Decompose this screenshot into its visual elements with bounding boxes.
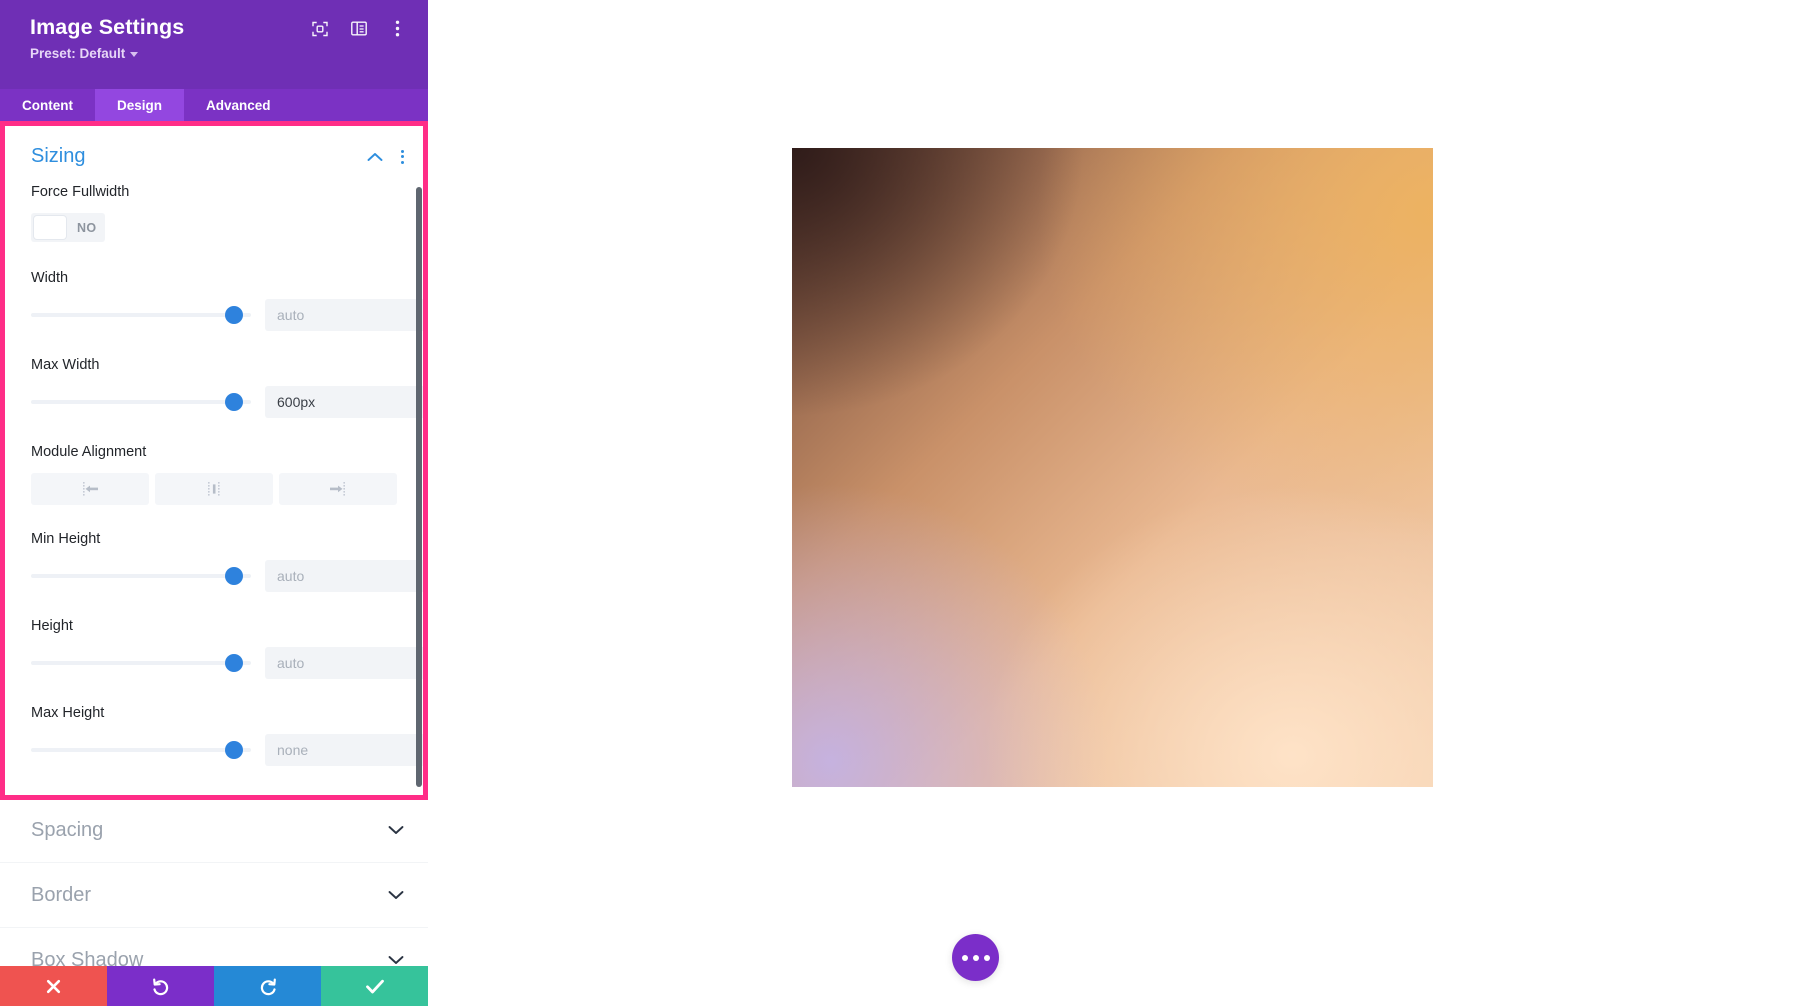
width-input[interactable] [265, 299, 428, 331]
gradient-image-preview[interactable] [792, 148, 1433, 787]
max-width-slider[interactable] [31, 393, 251, 411]
sizing-section-header[interactable]: Sizing [0, 121, 428, 184]
close-x-icon [46, 979, 61, 993]
app-root: Image Settings Preset: Default Content D… [0, 0, 1800, 1006]
panel-scroll-body: Sizing Force Fullwidth NO Width auto Max… [0, 121, 428, 1006]
align-right-button[interactable] [279, 473, 397, 505]
undo-button[interactable] [107, 966, 214, 1006]
section-spacing[interactable]: Spacing [0, 798, 428, 863]
page-title: Image Settings [30, 15, 185, 39]
spacing-section-title: Spacing [31, 818, 104, 841]
field-max-height: Max Height [0, 705, 428, 766]
sizing-section-title: Sizing [31, 145, 86, 167]
kebab-menu-icon[interactable] [399, 148, 406, 166]
kebab-menu-icon[interactable] [389, 20, 406, 37]
align-left-icon [83, 482, 98, 496]
field-width: Width [0, 270, 428, 331]
redo-button[interactable] [214, 966, 321, 1006]
field-height: Height [0, 618, 428, 679]
force-fullwidth-toggle[interactable]: NO [31, 213, 105, 242]
height-control-row [31, 647, 428, 679]
width-control-row [31, 299, 428, 331]
ellipsis-horizontal-icon [961, 954, 968, 961]
image-settings-panel: Image Settings Preset: Default Content D… [0, 0, 428, 1006]
section-sizing: Sizing Force Fullwidth NO Width auto Max… [0, 121, 428, 798]
panel-header-icons [311, 14, 406, 37]
height-input[interactable] [265, 647, 428, 679]
field-module-alignment: Module Alignment [0, 444, 428, 505]
max-width-label: Max Width [31, 357, 100, 373]
save-button[interactable] [321, 966, 428, 1006]
slider-rail [31, 400, 251, 404]
slider-thumb[interactable] [224, 654, 243, 672]
panel-scrollbar-thumb[interactable] [416, 187, 422, 787]
slider-thumb[interactable] [224, 306, 243, 324]
field-max-width: Max Width [0, 357, 428, 418]
width-label: Width [31, 270, 69, 286]
chevron-down-icon[interactable] [388, 890, 404, 900]
slider-thumb[interactable] [224, 393, 243, 411]
field-min-height: Min Height [0, 531, 428, 592]
slider-thumb[interactable] [224, 567, 243, 585]
slider-rail [31, 661, 251, 665]
layout-panel-icon[interactable] [350, 20, 367, 37]
max-height-input[interactable] [265, 734, 428, 766]
align-right-icon [330, 482, 345, 496]
chevron-down-icon[interactable] [388, 825, 404, 835]
chevron-up-icon[interactable] [367, 152, 383, 162]
panel-header-top: Image Settings [30, 14, 406, 41]
undo-arrow-icon [152, 978, 168, 996]
tab-design[interactable]: Design [95, 89, 185, 121]
slider-thumb[interactable] [224, 741, 243, 759]
align-center-button[interactable] [155, 473, 273, 505]
sizing-section-tools [367, 148, 406, 166]
height-slider[interactable] [31, 654, 251, 672]
ellipsis-horizontal-icon [972, 954, 979, 961]
slider-rail [31, 574, 251, 578]
ellipsis-horizontal-icon [983, 954, 990, 961]
tab-content[interactable]: Content [0, 89, 95, 121]
panel-tabs: Content Design Advanced [0, 89, 428, 121]
force-fullwidth-label: Force Fullwidth [31, 184, 130, 200]
module-alignment-options [31, 473, 397, 505]
max-width-input[interactable] [265, 386, 428, 418]
min-height-input[interactable] [265, 560, 428, 592]
section-border[interactable]: Border [0, 863, 428, 928]
toggle-knob [34, 216, 66, 239]
chevron-down-icon[interactable] [388, 955, 404, 965]
slider-rail [31, 313, 251, 317]
redo-arrow-icon [260, 978, 276, 996]
checkmark-icon [365, 979, 384, 993]
min-height-label: Min Height [31, 531, 101, 547]
target-focus-icon[interactable] [311, 20, 328, 37]
force-fullwidth-toggle-value: NO [77, 220, 97, 235]
caret-down-icon [130, 51, 139, 57]
field-force-fullwidth: Force Fullwidth NO [0, 184, 428, 244]
max-height-slider[interactable] [31, 741, 251, 759]
max-height-label: Max Height [31, 705, 105, 721]
align-left-button[interactable] [31, 473, 149, 505]
max-width-control-row [31, 386, 428, 418]
panel-header: Image Settings Preset: Default [0, 0, 428, 89]
min-height-slider[interactable] [31, 567, 251, 585]
preset-selector[interactable]: Preset: Default [30, 45, 139, 61]
preset-label: Preset: Default [30, 45, 126, 61]
cancel-button[interactable] [0, 966, 107, 1006]
align-center-icon [208, 482, 220, 496]
min-height-control-row [31, 560, 428, 592]
border-section-title: Border [31, 883, 92, 906]
module-alignment-label: Module Alignment [31, 444, 147, 460]
slider-rail [31, 748, 251, 752]
tab-advanced[interactable]: Advanced [184, 89, 293, 121]
width-slider[interactable] [31, 306, 251, 324]
editor-canvas [428, 0, 1800, 1006]
height-label: Height [31, 618, 73, 634]
max-height-control-row [31, 734, 428, 766]
panel-action-bar [0, 966, 428, 1006]
page-settings-fab[interactable] [952, 934, 999, 981]
